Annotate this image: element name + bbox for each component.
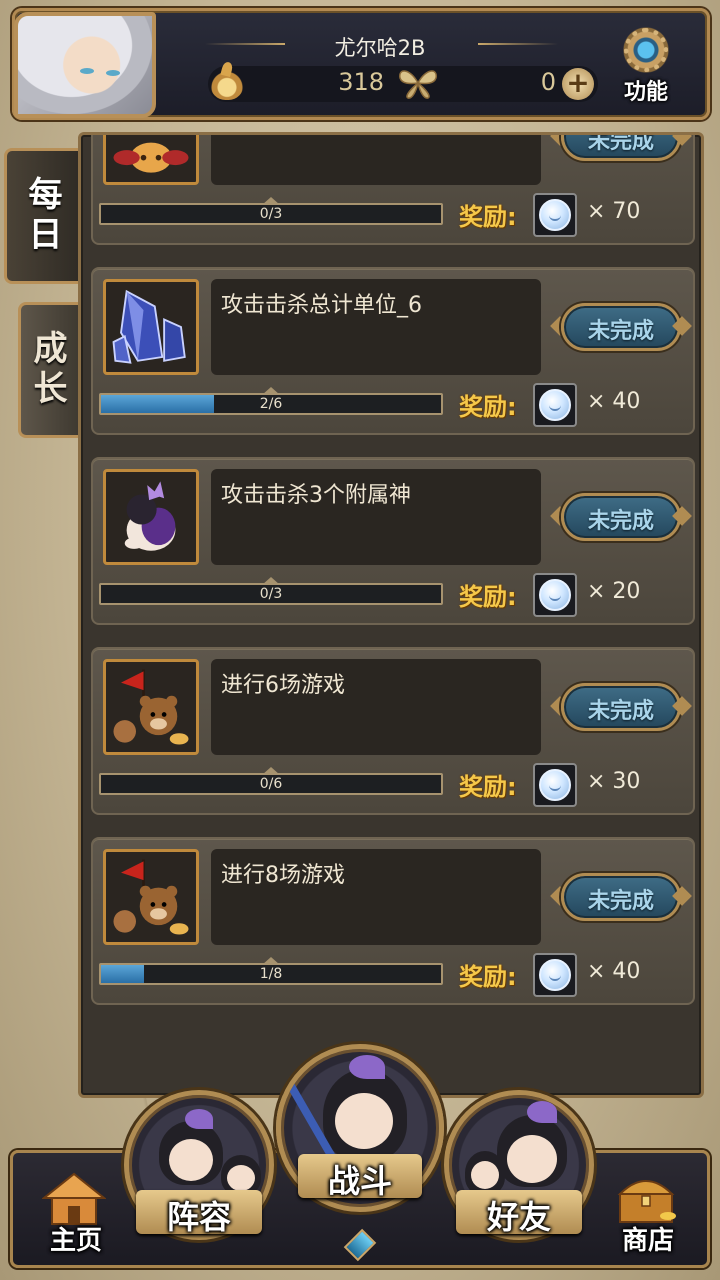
coin-icon xyxy=(539,579,571,611)
bear-flag-icon xyxy=(103,849,199,945)
player-name: 尤尔哈2B xyxy=(334,36,426,60)
butterfly-icon xyxy=(399,70,437,99)
currency-a-amount: 318 xyxy=(338,68,384,96)
task-progress-bar: 1/8 xyxy=(99,957,443,985)
nav-home-button[interactable]: 主页 xyxy=(28,1164,124,1264)
tab-daily-char-1: 每 xyxy=(28,175,63,215)
reward-label: 奖励: xyxy=(459,773,517,801)
task-title: 进行8场游戏 xyxy=(221,863,345,888)
nav-friends-label-wrap: 好友 xyxy=(444,1090,594,1240)
reward-item-box[interactable] xyxy=(533,193,577,237)
coin-icon xyxy=(539,389,571,421)
task-progress-text: 0/6 xyxy=(259,776,283,792)
add-currency-button[interactable]: + xyxy=(562,68,594,100)
task-progress-text: 1/8 xyxy=(259,966,283,982)
task-description-box xyxy=(211,135,541,185)
bear-flag-icon xyxy=(103,659,199,755)
tab-growth-char-1: 成 xyxy=(33,329,68,369)
tab-daily-char-2: 日 xyxy=(28,215,63,255)
task-card: 进行8场游戏 未完成 1/8 奖励: × 40 xyxy=(91,837,695,1005)
task-card: 攻击击杀3个附属神 未完成 0/3 奖励: × 20 xyxy=(91,457,695,625)
task-progress-bar: 0/3 xyxy=(99,577,443,605)
task-list-panel[interactable]: 未完成 0/3 奖励: × 70 攻击击杀总计单位_6 未完成 2/6 奖励: … xyxy=(78,132,704,1098)
currency-b-amount: 0 xyxy=(540,68,556,96)
task-card: 未完成 0/3 奖励: × 70 xyxy=(91,132,695,245)
tab-growth-char-2: 长 xyxy=(33,369,68,409)
task-progress-bar: 2/6 xyxy=(99,387,443,415)
reward-label: 奖励: xyxy=(459,583,517,611)
task-status-button[interactable]: 未完成 xyxy=(550,132,692,167)
task-progress-text: 0/3 xyxy=(259,206,283,222)
task-card: 攻击击杀总计单位_6 未完成 2/6 奖励: × 40 xyxy=(91,267,695,435)
task-status-label: 未完成 xyxy=(587,889,654,914)
house-icon xyxy=(42,1172,106,1225)
nav-battle-label: 战斗 xyxy=(327,1162,392,1200)
task-status-button[interactable]: 未完成 xyxy=(550,487,692,547)
task-status-button[interactable]: 未完成 xyxy=(550,867,692,927)
chibi-girl-icon xyxy=(103,469,199,565)
wing-creature-icon xyxy=(103,135,199,185)
nav-shop-label: 商店 xyxy=(621,1226,674,1256)
function-label: 功能 xyxy=(623,80,668,105)
task-progress-bar: 0/3 xyxy=(99,197,443,225)
task-progress-text: 0/3 xyxy=(259,586,283,602)
nav-lineup-label-wrap: 阵容 xyxy=(124,1090,274,1240)
reward-item-box[interactable] xyxy=(533,953,577,997)
coin-icon xyxy=(539,199,571,231)
reward-count: × 20 xyxy=(587,579,641,604)
gear-icon xyxy=(622,26,670,74)
task-status-button[interactable]: 未完成 xyxy=(550,297,692,357)
nav-friends-label: 好友 xyxy=(486,1198,551,1236)
name-ornament-right xyxy=(478,43,558,45)
task-progress-text: 2/6 xyxy=(259,396,283,412)
reward-label: 奖励: xyxy=(459,963,517,991)
task-status-label: 未完成 xyxy=(587,319,654,344)
task-status-label: 未完成 xyxy=(587,699,654,724)
tab-growth[interactable]: 成 长 xyxy=(18,302,80,438)
task-title: 攻击击杀3个附属神 xyxy=(221,483,411,508)
nav-shop-button[interactable]: 商店 xyxy=(600,1164,696,1264)
reward-item-box[interactable] xyxy=(533,383,577,427)
crystal-icon xyxy=(103,279,199,375)
task-status-label: 未完成 xyxy=(587,132,654,154)
reward-count: × 40 xyxy=(587,959,641,984)
task-status-label: 未完成 xyxy=(587,509,654,534)
reward-count: × 30 xyxy=(587,769,641,794)
reward-label: 奖励: xyxy=(459,393,517,421)
player-avatar[interactable] xyxy=(14,12,156,118)
reward-item-box[interactable] xyxy=(533,573,577,617)
task-progress-bar: 0/6 xyxy=(99,767,443,795)
function-button[interactable]: 功能 xyxy=(612,26,680,105)
nav-home-label: 主页 xyxy=(49,1226,102,1256)
reward-count: × 70 xyxy=(587,199,641,224)
reward-label: 奖励: xyxy=(459,203,517,231)
task-list: 未完成 0/3 奖励: × 70 攻击击杀总计单位_6 未完成 2/6 奖励: … xyxy=(81,135,701,1095)
flame-icon xyxy=(210,64,244,100)
task-title: 进行6场游戏 xyxy=(221,673,345,698)
nav-battle-label-wrap: 战斗 xyxy=(276,1044,444,1212)
coin-icon xyxy=(539,959,571,991)
task-status-button[interactable]: 未完成 xyxy=(550,677,692,737)
tab-daily[interactable]: 每 日 xyxy=(4,148,84,284)
reward-count: × 40 xyxy=(587,389,641,414)
treasure-chest-icon xyxy=(617,1180,676,1223)
name-ornament-left xyxy=(205,43,285,45)
coin-icon xyxy=(539,769,571,801)
reward-item-box[interactable] xyxy=(533,763,577,807)
task-card: 进行6场游戏 未完成 0/6 奖励: × 30 xyxy=(91,647,695,815)
nav-lineup-label: 阵容 xyxy=(166,1198,231,1236)
task-title: 攻击击杀总计单位_6 xyxy=(221,293,422,318)
